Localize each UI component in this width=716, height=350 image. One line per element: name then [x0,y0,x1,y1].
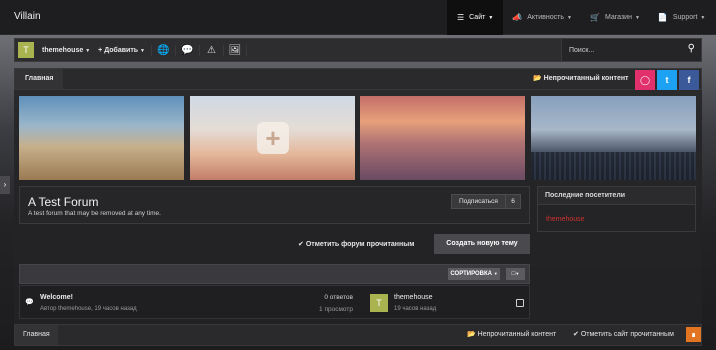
slider-image-desert[interactable] [19,96,184,180]
chevron-down-icon: ▼ [85,47,91,54]
twitter-icon[interactable]: t [657,70,677,90]
reply-count: 0 ответов [324,294,353,301]
image-icon[interactable]: 🖼 [223,44,247,56]
page-title: A Test Forum [28,195,99,209]
chevron-down-icon: ▼ [515,271,520,276]
facebook-icon[interactable]: f [679,70,699,90]
city-lights [531,152,696,180]
check-icon: ✔ [573,331,579,338]
search-placeholder: Поиск... [569,46,595,54]
chevron-down-icon: ▼ [140,47,145,54]
thread-meta: Автор themehouse, 19 часов назад [40,306,137,312]
mark-read-label: Отметить форум прочитанным [305,241,415,248]
filter-button[interactable]: □▼ [506,268,525,280]
sort-label: СОРТИРОВКА [450,271,493,277]
last-post-time: 19 часов назад [394,306,437,312]
thread-title[interactable]: Welcome! [40,294,73,301]
chat-icon: 💬 [25,299,34,306]
file-icon: 📄 [657,13,668,22]
nav-item-shop[interactable]: 🛒 Магазин ▼ [581,0,649,35]
slider-image-sunset[interactable]: + [190,96,355,180]
mark-all-label: Отметить сайт прочитанным [580,331,674,338]
add-menu[interactable]: + Добавить ▼ [98,47,145,54]
mark-forum-read-button[interactable]: ✔ Отметить форум прочитанным [298,240,414,248]
breadcrumb-home[interactable]: Главная [15,325,58,345]
alert-icon[interactable]: ⚠ [199,44,223,56]
megaphone-icon: 📣 [512,13,523,22]
slider-image-city[interactable] [531,96,696,180]
rss-icon[interactable]: ∎ [686,327,701,342]
unread-label: Непрочитанный контент [543,75,629,82]
nav-item-label: Магазин [604,14,632,21]
search-input[interactable]: Поиск... ⚲ [561,39,701,61]
chevron-right-icon[interactable]: › [0,176,10,194]
cart-icon: 🛒 [589,13,600,22]
unread-content-link[interactable]: 📂 Непрочитанный контент [527,69,635,89]
forum-description: A test forum that may be removed at any … [28,210,161,217]
subscribe-label: Подписаться [459,198,498,205]
select-checkbox[interactable] [516,299,524,307]
widget-title: Последние посетители [538,187,695,205]
check-icon: ✔ [298,241,304,248]
unread-content-link[interactable]: 📂 Непрочитанный контент [467,325,556,345]
footer-breadcrumb: Главная 📂 Непрочитанный контент ✔ Отмети… [14,324,702,346]
table-row[interactable]: 💬 Welcome! Автор themehouse, 19 часов на… [19,285,530,319]
subscribe-count: 6 [505,195,520,208]
folder-icon: 📂 [467,331,476,338]
user-toolbar: T themehouse ▼ + Добавить ▼ 🌐 💬 ⚠ 🖼 Поис… [14,38,702,62]
new-thread-button[interactable]: Создать новую тему [434,234,530,254]
breadcrumb: Главная 📂 Непрочитанный контент ◯ t f [14,68,702,90]
top-header: Villain ☰ Сайт ▼ 📣 Активность ▼ 🛒 Магази… [0,0,716,35]
nav-item-label: Сайт [469,14,486,21]
thread-list-header: СОРТИРОВКА ▼ □▼ [19,264,530,284]
plus-icon: + [257,122,289,154]
list-icon: ☰ [457,13,465,22]
chevron-down-icon: ▼ [634,14,640,21]
nav-item-site[interactable]: ☰ Сайт ▼ [447,0,504,35]
conversations-icon[interactable]: 💬 [175,44,199,56]
nav-item-label: Активность [527,14,565,21]
chevron-down-icon: ▼ [488,14,494,21]
mark-site-read-button[interactable]: ✔ Отметить сайт прочитанным [573,325,674,345]
user-menu[interactable]: themehouse ▼ [42,47,90,54]
plus-icon: + [98,46,103,54]
nav-item-label: Support [672,14,698,21]
add-label: Добавить [104,46,139,54]
username-label: themehouse [42,46,84,54]
chevron-down-icon: ▼ [493,271,498,276]
sort-button[interactable]: СОРТИРОВКА ▼ [448,268,500,280]
chevron-down-icon: ▼ [700,14,706,21]
nav-item-activity[interactable]: 📣 Активность ▼ [503,0,581,35]
last-poster[interactable]: themehouse [394,294,433,301]
folder-icon: 📂 [533,75,542,82]
unread-label: Непрочитанный контент [477,331,557,338]
instagram-icon[interactable]: ◯ [635,70,655,90]
slider-image-mountains[interactable] [360,96,525,180]
view-count: 1 просмотр [319,306,353,313]
avatar[interactable]: T [370,294,388,312]
nav-item-support[interactable]: 📄 Support ▼ [649,0,714,35]
chevron-down-icon: ▼ [567,14,572,21]
top-nav: ☰ Сайт ▼ 📣 Активность ▼ 🛒 Магазин ▼ 📄 Su… [447,0,714,35]
subscribe-button[interactable]: Подписаться 6 [451,194,521,209]
visitor-link[interactable]: themehouse [546,216,585,223]
globe-icon[interactable]: 🌐 [151,44,175,56]
site-logo[interactable]: Villain [14,11,41,22]
breadcrumb-home[interactable]: Главная [15,69,64,89]
forum-header: A Test Forum A test forum that may be re… [19,186,530,224]
recent-visitors-widget: Последние посетители themehouse [537,186,696,232]
avatar[interactable]: T [18,42,34,58]
search-icon[interactable]: ⚲ [688,43,695,54]
